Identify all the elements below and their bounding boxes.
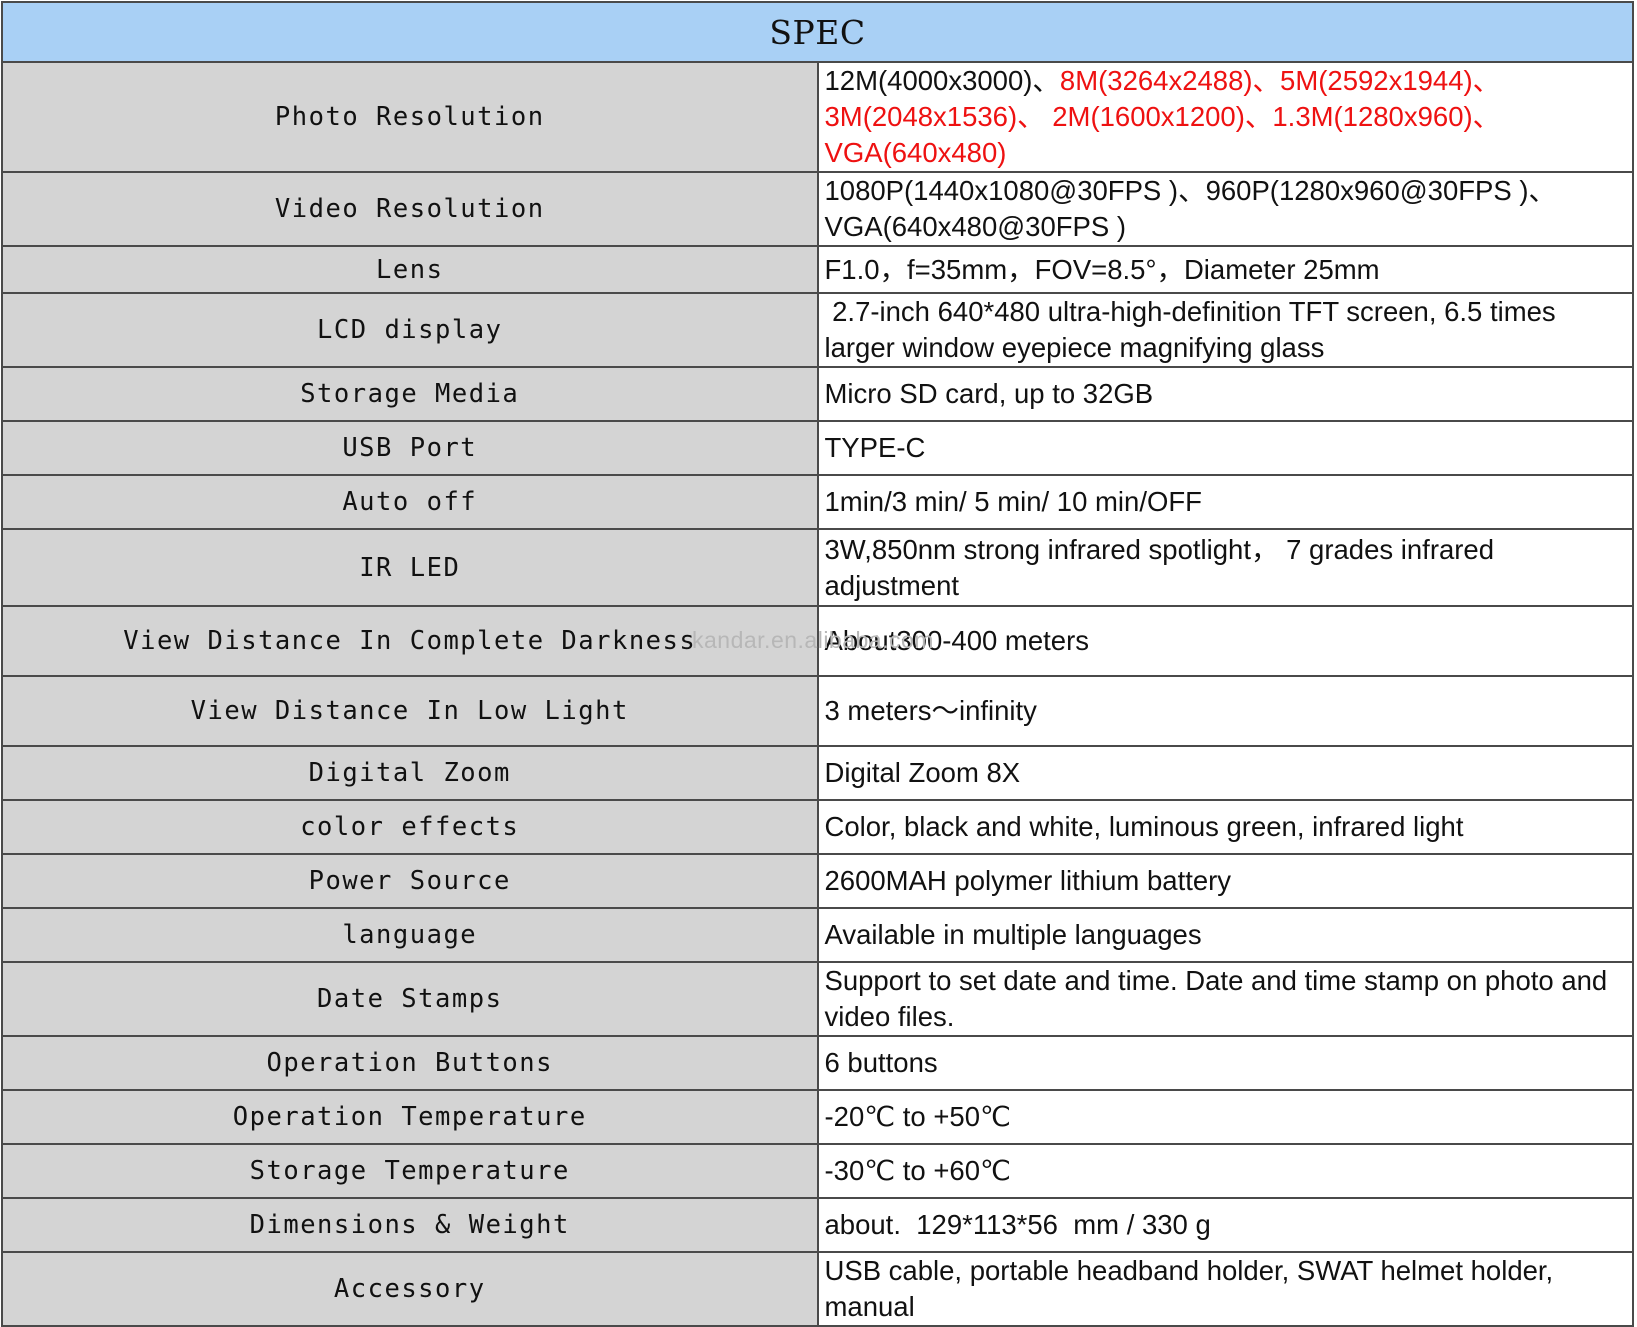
spec-value: -30℃ to +60℃: [816, 1143, 1634, 1199]
table-row: Storage Media Micro SD card, up to 32GB: [1, 366, 1634, 422]
spec-label: color effects: [1, 799, 819, 855]
table-row: LCD display 2.7-inch 640*480 ultra-high-…: [1, 292, 1634, 368]
spec-value: USB cable, portable headband holder, SWA…: [816, 1251, 1634, 1327]
spec-value: F1.0，f=35mm，FOV=8.5°，Diameter 25mm: [816, 245, 1634, 294]
spec-label: Date Stamps: [1, 961, 819, 1037]
spec-value: 3 meters～infinity: [816, 675, 1634, 747]
watermark: kandar.en.alibaba.com: [692, 627, 934, 653]
spec-value: About300-400 meters: [816, 605, 1634, 677]
spec-value: TYPE-C: [816, 420, 1634, 476]
spec-value: 6 buttons: [816, 1035, 1634, 1091]
spec-title: SPEC: [1, 1, 1634, 63]
spec-value: 3W,850nm strong infrared spotlight， 7 gr…: [816, 528, 1634, 607]
spec-label: Accessory: [1, 1251, 819, 1327]
spec-value: Support to set date and time. Date and t…: [816, 961, 1634, 1037]
spec-label: Power Source: [1, 853, 819, 909]
spec-value: Digital Zoom 8X: [816, 745, 1634, 801]
table-row: Accessory USB cable, portable headband h…: [1, 1251, 1634, 1327]
table-row: IR LED 3W,850nm strong infrared spotligh…: [1, 528, 1634, 607]
spec-label: Storage Temperature: [1, 1143, 819, 1199]
spec-value: 2600MAH polymer lithium battery: [816, 853, 1634, 909]
spec-value: 1min/3 min/ 5 min/ 10 min/OFF: [816, 474, 1634, 530]
spec-label: IR LED: [1, 528, 819, 607]
table-row: Lens F1.0，f=35mm，FOV=8.5°，Diameter 25mm: [1, 245, 1634, 294]
table-row: Auto off 1min/3 min/ 5 min/ 10 min/OFF: [1, 474, 1634, 530]
table-row: Date Stamps Support to set date and time…: [1, 961, 1634, 1037]
spec-label: Storage Media: [1, 366, 819, 422]
table-row: language Available in multiple languages: [1, 907, 1634, 963]
spec-value: 12M(4000x3000)、8M(3264x2488)、5M(2592x194…: [816, 61, 1634, 173]
spec-label: Video Resolution: [1, 171, 819, 247]
table-row: Operation Temperature -20℃ to +50℃: [1, 1089, 1634, 1145]
spec-label: LCD display: [1, 292, 819, 368]
spec-value: Color, black and white, luminous green, …: [816, 799, 1634, 855]
table-row: Video Resolution 1080P(1440x1080@30FPS )…: [1, 171, 1634, 247]
spec-value: about. 129*113*56 mm / 330 g: [816, 1197, 1634, 1253]
spec-value-segment: 12M(4000x3000)、: [824, 65, 1060, 96]
spec-label: Operation Temperature: [1, 1089, 819, 1145]
table-row: Operation Buttons 6 buttons: [1, 1035, 1634, 1091]
spec-value: Available in multiple languages: [816, 907, 1634, 963]
spec-label: Dimensions & Weight: [1, 1197, 819, 1253]
spec-header-row: SPEC: [1, 1, 1634, 63]
spec-label: language: [1, 907, 819, 963]
spec-value: 1080P(1440x1080@30FPS )、960P(1280x960@30…: [816, 171, 1634, 247]
spec-value: 2.7-inch 640*480 ultra-high-definition T…: [816, 292, 1634, 368]
spec-label: USB Port: [1, 420, 819, 476]
spec-label: View Distance In Low Light: [1, 675, 819, 747]
spec-label: Operation Buttons: [1, 1035, 819, 1091]
table-row: View Distance In Low Light 3 meters～infi…: [1, 675, 1634, 747]
spec-value: Micro SD card, up to 32GB: [816, 366, 1634, 422]
table-row: USB Port TYPE-C: [1, 420, 1634, 476]
spec-label: Lens: [1, 245, 819, 294]
table-row: Power Source 2600MAH polymer lithium bat…: [1, 853, 1634, 909]
spec-table: SPEC Photo Resolution 12M(4000x3000)、8M(…: [1, 1, 1634, 1327]
table-row: Dimensions & Weight about. 129*113*56 mm…: [1, 1197, 1634, 1253]
table-row: Digital Zoom Digital Zoom 8X: [1, 745, 1634, 801]
spec-value: -20℃ to +50℃: [816, 1089, 1634, 1145]
spec-label: Photo Resolution: [1, 61, 819, 173]
table-row: Storage Temperature -30℃ to +60℃: [1, 1143, 1634, 1199]
spec-label: Auto off: [1, 474, 819, 530]
spec-label: Digital Zoom: [1, 745, 819, 801]
table-row: Photo Resolution 12M(4000x3000)、8M(3264x…: [1, 61, 1634, 173]
table-row: color effects Color, black and white, lu…: [1, 799, 1634, 855]
